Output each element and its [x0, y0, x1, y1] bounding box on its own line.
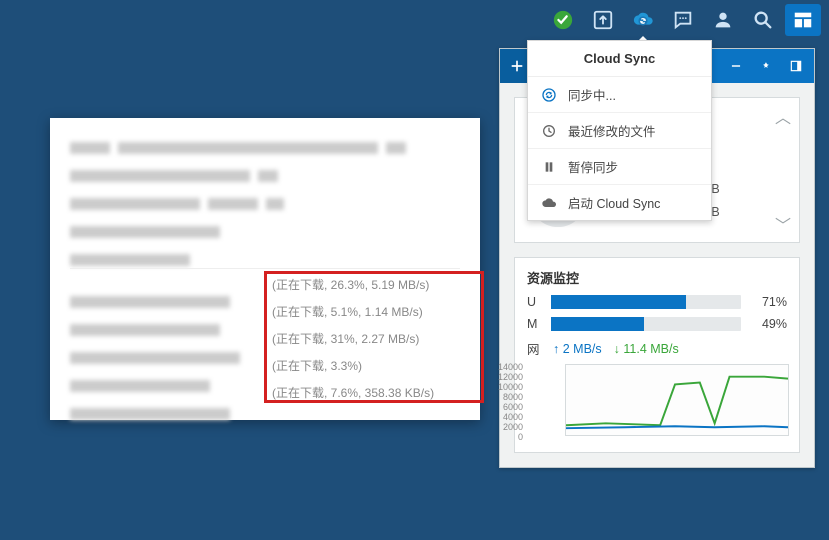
file-list-popup: (正在下载, 26.3%, 5.19 MB/s) (正在下载, 5.1%, 1.… [50, 118, 480, 420]
chevron-down-icon[interactable]: ﹀ [775, 212, 791, 236]
user-icon[interactable] [705, 4, 741, 36]
status-ok-icon[interactable] [545, 4, 581, 36]
upload-icon[interactable] [585, 4, 621, 36]
cpu-bar [551, 295, 741, 309]
highlight-box [264, 271, 484, 403]
resource-title: 资源监控 [527, 268, 787, 287]
panel-dock-button[interactable] [784, 54, 808, 78]
cloud-sync-icon[interactable] [625, 4, 661, 36]
dropdown-label: 同步中... [568, 85, 616, 104]
ram-row: M 49% [527, 317, 787, 331]
cloud-icon [540, 194, 558, 212]
dropdown-item-syncing[interactable]: 同步中... [528, 77, 711, 113]
dropdown-label: 启动 Cloud Sync [568, 193, 660, 212]
dropdown-label: 最近修改的文件 [568, 121, 656, 140]
net-up: ↑ 2 MB/s [553, 342, 602, 356]
network-row: 网 ↑ 2 MB/s ↓ 11.4 MB/s [527, 339, 787, 358]
widgets-icon[interactable] [785, 4, 821, 36]
chevron-up-icon[interactable]: ︿ [775, 104, 791, 128]
chat-icon[interactable] [665, 4, 701, 36]
taskbar [0, 0, 829, 40]
dropdown-title: Cloud Sync [528, 41, 711, 77]
panel-minimize-button[interactable] [724, 54, 748, 78]
sparkline-yticks: 14000120001000080006000400020000 [489, 362, 523, 442]
cpu-row: U 71% [527, 295, 787, 309]
dropdown-item-recent[interactable]: 最近修改的文件 [528, 113, 711, 149]
dropdown-label: 暂停同步 [568, 157, 618, 176]
network-sparkline [565, 364, 789, 436]
dropdown-item-launch[interactable]: 启动 Cloud Sync [528, 185, 711, 220]
ram-bar [551, 317, 741, 331]
search-icon[interactable] [745, 4, 781, 36]
pause-icon [540, 158, 558, 176]
panel-pin-button[interactable] [754, 54, 778, 78]
sync-icon [540, 86, 558, 104]
net-down: ↓ 11.4 MB/s [614, 342, 679, 356]
cloud-sync-dropdown: Cloud Sync 同步中... 最近修改的文件 暂停同步 启动 Cloud … [527, 40, 712, 221]
dropdown-item-pause[interactable]: 暂停同步 [528, 149, 711, 185]
clock-icon [540, 122, 558, 140]
resource-card: 资源监控 U 71% M 49% 网 ↑ 2 MB/s ↓ 11.4 MB/s … [514, 257, 800, 453]
